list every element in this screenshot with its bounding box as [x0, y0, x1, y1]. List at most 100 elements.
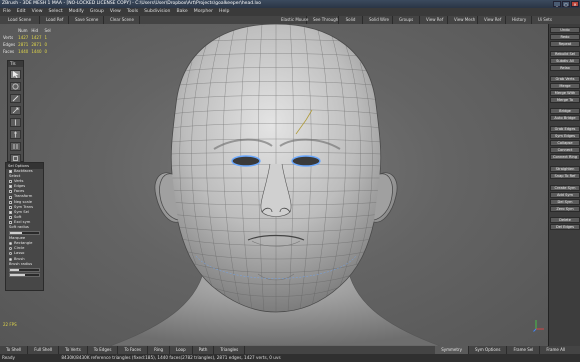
select-tool-icon[interactable] — [10, 70, 21, 79]
zero-sym-button[interactable]: Zero Sym — [550, 206, 580, 212]
stats-header-blank — [3, 27, 18, 34]
add-sym-button[interactable]: Add Sym — [550, 192, 580, 198]
status-counts: 8430K/8430K reference triangles (fixed:1… — [61, 355, 281, 360]
checkbox-icon — [9, 195, 12, 199]
merge-to-button[interactable]: Merge To — [550, 97, 580, 103]
left-eye-loop[interactable] — [231, 155, 261, 167]
menu-morpher[interactable]: Morpher — [194, 8, 213, 16]
relax-button[interactable]: Relax — [550, 65, 580, 71]
frame-sel-button[interactable]: Frame Sel — [507, 346, 541, 354]
stats-row-faces: Faces 1440 1440 0 — [3, 48, 54, 55]
rebuild-sel-button[interactable]: Rebuild Sel — [550, 51, 580, 57]
brush-intensity-slider[interactable] — [9, 272, 40, 277]
solid-toggle[interactable]: Solid — [339, 16, 363, 24]
to-shell-button[interactable]: To Shell — [0, 346, 29, 354]
view-ref-toggle-2[interactable]: View Ref — [478, 16, 506, 24]
title-bar: ZBrush - 3DE MESH 1 MAA - [NO-LOCKED LIC… — [0, 0, 580, 8]
menu-edit[interactable]: Edit — [17, 8, 26, 16]
menu-help[interactable]: Help — [219, 8, 229, 16]
subdiv-all-button[interactable]: Subdiv All — [550, 58, 580, 64]
brush-radius-slider[interactable] — [9, 267, 40, 272]
menu-modify[interactable]: Modify — [69, 8, 84, 16]
groups-toggle[interactable]: Groups — [393, 16, 420, 24]
create-sym-button[interactable]: Create Sym — [550, 185, 580, 191]
clear-scene-button[interactable]: Clear Scene — [104, 16, 140, 24]
soft-radius-label: Soft radius — [9, 225, 29, 230]
menu-select[interactable]: Select — [49, 8, 63, 16]
redo-button[interactable]: Redo — [550, 34, 580, 40]
3d-viewport[interactable] — [0, 24, 548, 346]
to-edges-button[interactable]: To Edges — [88, 346, 119, 354]
connect-ring-button[interactable]: Connect Ring — [550, 154, 580, 160]
grab-verts-button[interactable]: Grab Verts — [550, 76, 580, 82]
load-scene-button[interactable]: Load Scene — [0, 16, 40, 24]
view-mesh-toggle[interactable]: View Mesh — [448, 16, 478, 24]
selection-options-panel: Sel Options Backfaces Select Verts Edges… — [5, 162, 44, 291]
connect-button[interactable]: Connect — [550, 147, 580, 153]
history-button[interactable]: History — [506, 16, 532, 24]
checkbox-icon — [9, 200, 12, 204]
weld-tool-icon[interactable] — [10, 142, 21, 151]
close-button[interactable]: ✕ — [571, 1, 579, 7]
menu-group[interactable]: Group — [90, 8, 104, 16]
status-ready: Ready — [2, 355, 15, 360]
frame-all-button[interactable]: Frame All — [540, 346, 571, 354]
stats-sel: 1 — [44, 35, 48, 40]
menu-bake[interactable]: Bake — [176, 8, 187, 16]
symmetry-toggle[interactable]: Symmetry — [435, 346, 469, 354]
sym-options-button[interactable]: Sym Options — [469, 346, 508, 354]
collapse-button[interactable]: Collapse — [550, 140, 580, 146]
maximize-button[interactable]: ▢ — [562, 1, 570, 7]
menu-file[interactable]: File — [3, 8, 11, 16]
undo-button[interactable]: Undo — [550, 27, 580, 33]
brush-tool-icon[interactable] — [10, 82, 21, 91]
right-eye-loop[interactable] — [291, 155, 321, 167]
menu-subdivision[interactable]: Subdivision — [144, 8, 170, 16]
stats-row-edges: Edges 2871 2871 0 — [3, 41, 54, 48]
path-button[interactable]: Path — [193, 346, 215, 354]
solid-wire-toggle[interactable]: Solid Wire — [363, 16, 393, 24]
menu-tools[interactable]: Tools — [127, 8, 138, 16]
repeat-button[interactable]: Repeat — [550, 41, 580, 47]
ring-button[interactable]: Ring — [148, 346, 171, 354]
stats-row-verts: Verts 1427 1427 1 — [3, 34, 54, 41]
merge-button[interactable]: Merge — [550, 83, 580, 89]
ui-sets-button[interactable]: Ui Sets — [532, 16, 557, 24]
loop-button[interactable]: Loop — [170, 346, 193, 354]
merge-with-button[interactable]: Merge With — [550, 90, 580, 96]
view-ref-toggle[interactable]: View Ref — [420, 16, 448, 24]
bridge-button[interactable]: Bridge — [550, 108, 580, 114]
soft-radius-slider[interactable] — [9, 231, 40, 236]
stats-header-num: Num — [18, 28, 28, 33]
triangles-button[interactable]: Triangles — [214, 346, 246, 354]
right-command-panel: Undo Redo Repeat Rebuild Sel Subdiv All … — [548, 24, 580, 346]
knife-tool-icon[interactable] — [10, 94, 21, 103]
extrude-tool-icon[interactable] — [10, 106, 21, 115]
menu-view-2[interactable]: View — [110, 8, 121, 16]
load-ref-button[interactable]: Load Ref — [40, 16, 69, 24]
see-through-toggle[interactable]: See Through — [307, 16, 339, 24]
to-faces-button[interactable]: To Faces — [118, 346, 149, 354]
full-shell-button[interactable]: Full Shell — [28, 346, 60, 354]
minimize-button[interactable]: _ — [553, 1, 561, 7]
snap-to-ref-button[interactable]: Snap To Ref — [550, 173, 580, 179]
bevel-tool-icon[interactable] — [10, 118, 21, 127]
del-sym-button[interactable]: Del Sym — [550, 199, 580, 205]
stats-sel: 0 — [44, 42, 48, 47]
radio-icon — [9, 257, 12, 261]
straighten-button[interactable]: Straighten — [550, 166, 580, 172]
to-verts-button[interactable]: To Verts — [59, 346, 88, 354]
sym-edges-button[interactable]: Sym Edges — [550, 133, 580, 139]
cut-tool-icon[interactable] — [10, 130, 21, 139]
delete-button[interactable]: Delete — [550, 217, 580, 223]
window-controls: _ ▢ ✕ — [553, 1, 579, 7]
auto-bridge-button[interactable]: Auto Bridge — [550, 115, 580, 121]
menu-view[interactable]: View — [32, 8, 43, 16]
checkbox-icon — [9, 210, 12, 214]
del-edges-button[interactable]: Del Edges — [550, 224, 580, 230]
save-scene-button[interactable]: Save Scene — [69, 16, 104, 24]
head-mesh-render[interactable] — [0, 24, 548, 346]
grab-edges-button[interactable]: Grab Edges — [550, 126, 580, 132]
elastic-mouse-toggle[interactable]: Elastic Mouse — [275, 16, 308, 24]
tool-palette-title: Tls — [8, 61, 23, 67]
